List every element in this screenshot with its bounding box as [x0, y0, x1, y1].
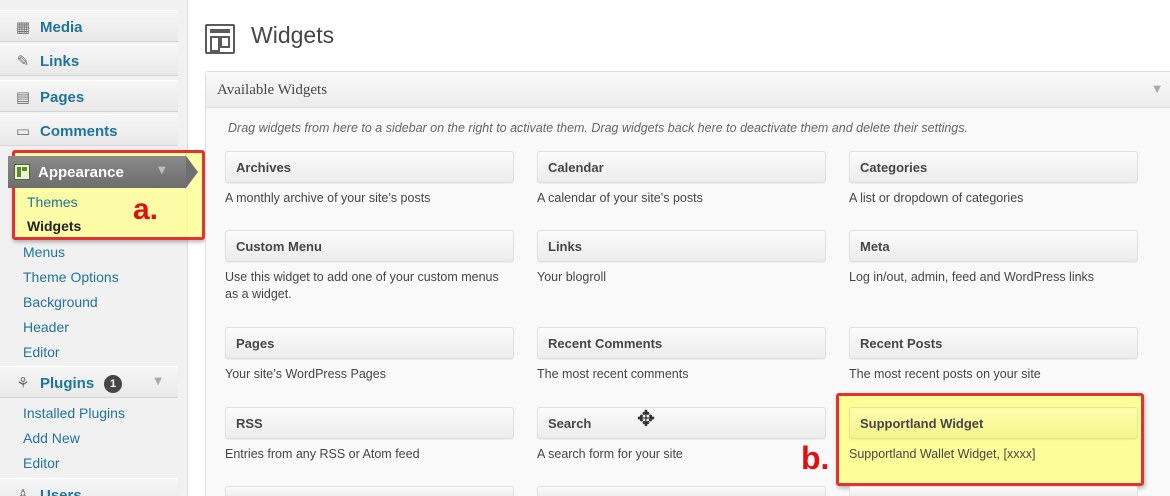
widget-description: Log in/out, admin, feed and WordPress li… — [849, 270, 1095, 284]
widget-partial[interactable] — [225, 486, 514, 496]
collapse-arrow-icon[interactable]: ▼ — [1153, 84, 1161, 95]
link-icon: ✎ — [16, 52, 30, 70]
widget-partial[interactable] — [849, 486, 1138, 496]
pages-icon: ▤ — [15, 88, 31, 106]
widget-calendar[interactable]: Calendar A calendar of your site’s posts — [537, 151, 826, 207]
panel-description: Drag widgets from here to a sidebar on t… — [228, 121, 968, 135]
plugins-update-badge: 1 — [104, 375, 122, 393]
widget-title[interactable]: Calendar — [537, 151, 826, 183]
widget-title[interactable]: Links — [537, 230, 826, 262]
submenu-header[interactable]: Header — [0, 315, 178, 340]
widget-title[interactable]: Search — [537, 407, 826, 439]
menu-item-media[interactable]: ▦ Media — [0, 10, 178, 42]
menu-item-plugins[interactable]: ⚘ Plugins 1 ▼ — [0, 366, 178, 398]
widget-title[interactable]: Archives — [225, 151, 514, 183]
chevron-down-icon[interactable]: ▼ — [158, 165, 166, 176]
widget-meta[interactable]: Meta Log in/out, admin, feed and WordPre… — [849, 230, 1138, 286]
submenu-installed-plugins[interactable]: Installed Plugins — [0, 401, 178, 426]
move-cursor-icon: ✥ — [636, 407, 656, 432]
widget-custom-menu[interactable]: Custom Menu Use this widget to add one o… — [225, 230, 514, 303]
widget-description: Entries from any RSS or Atom feed — [225, 447, 420, 461]
menu-label-comments: Comments — [40, 123, 118, 140]
menu-label-users: Users — [40, 487, 82, 496]
widget-description: A calendar of your site’s posts — [537, 191, 703, 205]
widget-description: Your blogroll — [537, 270, 607, 284]
plugin-icon: ⚘ — [16, 374, 30, 392]
menu-item-pages[interactable]: ▤ Pages — [0, 80, 178, 112]
annotation-label-b: b. — [801, 440, 830, 476]
widget-description: Your site’s WordPress Pages — [225, 367, 386, 381]
admin-sidebar: ▦ Media ✎ Links ▤ Pages ▭ Comments Menus… — [0, 0, 188, 496]
panel-title: Available Widgets — [217, 82, 328, 98]
widgets-icon — [205, 24, 235, 54]
widget-categories[interactable]: Categories A list or dropdown of categor… — [849, 151, 1138, 207]
widget-title[interactable]: RSS — [225, 407, 514, 439]
widget-description: A search form for your site — [537, 447, 683, 461]
widget-title[interactable]: Recent Posts — [849, 327, 1138, 359]
widget-search[interactable]: Search A search form for your site — [537, 407, 826, 463]
annotation-label-a: a. — [133, 193, 159, 226]
widget-description: A list or dropdown of categories — [849, 191, 1024, 205]
widget-description: The most recent posts on your site — [849, 367, 1041, 381]
submenu-theme-options[interactable]: Theme Options — [0, 265, 178, 290]
widget-description: The most recent comments — [537, 367, 689, 381]
menu-item-comments[interactable]: ▭ Comments — [0, 114, 178, 146]
users-icon: ♙ — [16, 486, 30, 496]
widget-description: A monthly archive of your site’s posts — [225, 191, 431, 205]
widget-title[interactable]: Pages — [225, 327, 514, 359]
widget-description: Supportland Wallet Widget, [xxxx] — [849, 447, 1036, 461]
menu-label-plugins: Plugins — [40, 375, 95, 392]
menu-label-media: Media — [40, 19, 83, 36]
chevron-down-icon[interactable]: ▼ — [154, 376, 162, 387]
menu-label-appearance: Appearance — [38, 164, 124, 181]
widget-recent-comments[interactable]: Recent Comments The most recent comments — [537, 327, 826, 383]
submenu-editor[interactable]: Editor — [0, 340, 178, 365]
widget-title[interactable]: Categories — [849, 151, 1138, 183]
widget-title[interactable]: Custom Menu — [225, 230, 514, 262]
plugins-submenu: Installed Plugins Add New Editor — [0, 401, 178, 476]
media-icon: ▦ — [15, 18, 31, 36]
appearance-icon — [14, 164, 30, 180]
submenu-add-new[interactable]: Add New — [0, 426, 178, 451]
widget-archives[interactable]: Archives A monthly archive of your site’… — [225, 151, 514, 207]
menu-item-links[interactable]: ✎ Links — [0, 44, 178, 76]
menu-item-users[interactable]: ♙ Users — [0, 478, 178, 496]
widget-rss[interactable]: RSS Entries from any RSS or Atom feed — [225, 407, 514, 463]
widget-links[interactable]: Links Your blogroll — [537, 230, 826, 286]
comments-icon: ▭ — [15, 122, 31, 140]
widget-title[interactable]: Recent Comments — [537, 327, 826, 359]
page-title: Widgets — [251, 22, 335, 48]
widget-partial[interactable] — [537, 486, 826, 496]
widget-recent-posts[interactable]: Recent Posts The most recent posts on yo… — [849, 327, 1138, 383]
menu-label-links: Links — [40, 53, 80, 70]
submenu-menus[interactable]: Menus — [0, 240, 178, 265]
panel-header[interactable]: Available Widgets ▼ — [206, 72, 1170, 108]
widget-pages[interactable]: Pages Your site’s WordPress Pages — [225, 327, 514, 383]
widget-supportland[interactable]: Supportland Widget Supportland Wallet Wi… — [849, 407, 1138, 463]
appearance-submenu-lower: Menus Theme Options Background Header Ed… — [0, 240, 178, 365]
menu-item-appearance[interactable]: Appearance ▼ — [8, 156, 198, 188]
widget-description: Use this widget to add one of your custo… — [225, 270, 499, 301]
submenu-background[interactable]: Background — [0, 290, 178, 315]
widget-title[interactable]: Supportland Widget — [849, 407, 1138, 439]
submenu-plugin-editor[interactable]: Editor — [0, 451, 178, 476]
menu-label-pages: Pages — [40, 89, 85, 106]
widget-title[interactable]: Meta — [849, 230, 1138, 262]
